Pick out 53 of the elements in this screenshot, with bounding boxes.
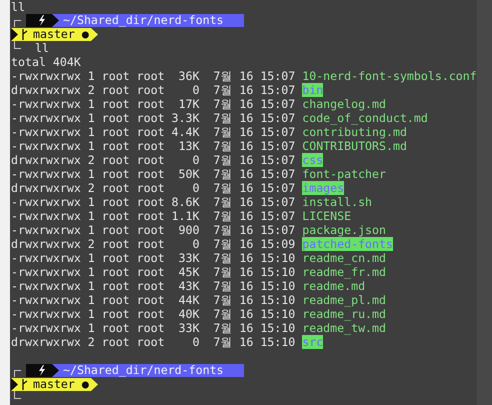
entry-details: -rwxrwxrwx 1 root root 1.1K 7월 16 15:07 [11,209,296,223]
branch-icon [21,28,28,40]
directory-name: css [302,153,324,167]
file-name: install.sh [302,195,372,209]
entry-details: drwxrwxrwx 2 root root 0 7월 16 15:09 [11,237,296,251]
entry-details: -rwxrwxrwx 1 root root 40K 7월 16 15:10 [11,307,296,321]
lightning-icon [38,364,46,376]
current-path: ~/Shared_dir/nerd-fonts [59,364,244,376]
file-name: LICENSE [302,209,352,223]
directory-name: images [302,181,344,195]
directory-name: src [302,335,324,349]
file-name: readme_tw.md [302,321,386,335]
command-text: ll [35,41,49,55]
dirty-mark: ● [82,28,89,40]
command-text: ll [11,0,25,14]
branch-name: master [33,378,75,390]
lightning-icon [38,14,46,26]
file-name: 10-nerd-font-symbols.conf [302,69,477,83]
entry-details: -rwxrwxrwx 1 root root 13K 7월 16 15:07 [11,139,296,153]
directory-name: patched-fonts [302,237,393,251]
branch-icon [21,378,28,390]
current-path: ~/Shared_dir/nerd-fonts [59,14,244,26]
file-name: readme_ru.md [302,307,386,321]
entry-details: -rwxrwxrwx 1 root root 45K 7월 16 15:10 [11,265,296,279]
file-name: readme_cn.md [302,251,386,265]
entry-details: -rwxrwxrwx 1 root root 33K 7월 16 15:10 [11,321,296,335]
entry-details: drwxrwxrwx 2 root root 0 7월 16 15:07 [11,181,296,195]
file-name: readme.md [302,279,366,293]
total-line: total 404K [11,55,81,69]
entry-details: -rwxrwxrwx 1 root root 3.3K 7월 16 15:07 [11,111,296,125]
directory-name: bin [302,83,324,97]
entry-details: -rwxrwxrwx 1 root root 17K 7월 16 15:07 [11,97,296,111]
entry-details: drwxrwxrwx 2 root root 0 7월 16 15:07 [11,83,296,97]
file-name: font-patcher [302,167,386,181]
entry-details: -rwxrwxrwx 1 root root 900 7월 16 15:07 [11,223,296,237]
file-name: package.json [302,223,386,237]
file-name: changelog.md [302,97,386,111]
entry-details: -rwxrwxrwx 1 root root 8.6K 7월 16 15:07 [11,195,296,209]
entry-details: -rwxrwxrwx 1 root root 44K 7월 16 15:10 [11,293,296,307]
file-name: code_of_conduct.md [302,111,428,125]
entry-details: -rwxrwxrwx 1 root root 50K 7월 16 15:07 [11,167,296,181]
dirty-mark: ● [82,378,89,390]
file-name: readme_pl.md [302,293,386,307]
branch-name: master [33,28,75,40]
file-name: readme_fr.md [302,265,386,279]
entry-details: drwxrwxrwx 2 root root 0 7월 16 15:07 [11,153,296,167]
entry-details: -rwxrwxrwx 1 root root 43K 7월 16 15:10 [11,279,296,293]
file-name: CONTRIBUTORS.md [302,139,407,153]
entry-details: -rwxrwxrwx 1 root root 33K 7월 16 15:10 [11,251,296,265]
entry-details: drwxrwxrwx 2 root root 0 7월 16 15:10 [11,335,296,349]
file-name: contributing.md [302,125,407,139]
entry-details: -rwxrwxrwx 1 root root 4.4K 7월 16 15:07 [11,125,296,139]
entry-details: -rwxrwxrwx 1 root root 36K 7월 16 15:07 [11,69,296,83]
